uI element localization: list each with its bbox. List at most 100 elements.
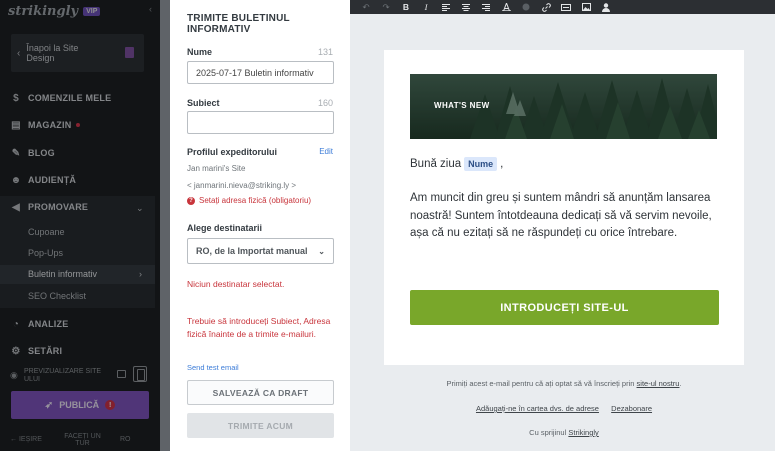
header-banner[interactable]: WHAT'S NEW: [410, 74, 717, 139]
tour-link[interactable]: FACEȚI UN TUR: [60, 433, 105, 447]
nav-label: AUDIENȚĂ: [28, 175, 77, 185]
nav-item-magazin[interactable]: ▤ MAGAZIN: [10, 118, 81, 132]
footer-site-link[interactable]: site-ul nostru: [637, 379, 680, 388]
publish-label: PUBLICĂ: [59, 400, 100, 410]
warning-icon: !: [105, 400, 116, 410]
link-icon[interactable]: [536, 0, 556, 14]
merge-tag-name[interactable]: Nume: [464, 157, 498, 171]
sender-email: < janmarini.nieva@striking.ly >: [187, 181, 297, 190]
add-to-addressbook-link[interactable]: Adăugați-ne în cartea dvs. de adrese: [476, 404, 599, 413]
bottom-row: ← IEȘIRE FACEȚI UN TUR RO: [10, 433, 155, 448]
nav-item-setari[interactable]: ⚙ SETĂRI: [10, 344, 62, 358]
preview-label: PREVIZUALIZARE SITE ULUI: [24, 368, 102, 383]
pen-icon: ✎: [11, 147, 21, 159]
exit-link[interactable]: ← IEȘIRE: [10, 436, 42, 443]
panel-title: TRIMITE BULETINUL INFORMATIV: [187, 13, 290, 35]
sender-profile-label: Profilul expeditorului: [187, 147, 278, 157]
name-input[interactable]: [187, 61, 334, 84]
italic-button[interactable]: I: [416, 0, 436, 14]
error-icon: ?: [187, 196, 195, 205]
required-fields-error: Trebuie să introduceți Subiect, Adresa f…: [187, 316, 331, 339]
mobile-icon[interactable]: [133, 366, 147, 382]
email-body-text[interactable]: Am muncit din greu și suntem mândri să a…: [410, 190, 730, 243]
sub-item-popups[interactable]: Pop-Ups: [28, 247, 63, 259]
subject-input[interactable]: [187, 111, 334, 134]
send-test-email-link[interactable]: Send test email: [187, 363, 239, 372]
nav-label: BLOG: [28, 148, 55, 158]
greeting[interactable]: Bună ziua Nume ,: [410, 157, 503, 171]
chart-icon: ◔: [12, 318, 20, 330]
exit-label: IEȘIRE: [18, 436, 42, 443]
chevron-right-icon: ›: [139, 269, 142, 279]
nav-label: ANALIZE: [28, 319, 69, 329]
nav-label: SETĂRI: [28, 346, 63, 356]
image-icon[interactable]: [576, 0, 596, 14]
footer-dot: .: [679, 379, 682, 388]
chevron-down-icon[interactable]: ⌄: [136, 203, 144, 214]
sub-item-buletin[interactable]: Buletin informativ: [28, 268, 97, 280]
collapse-sidebar-icon[interactable]: ‹: [149, 4, 152, 14]
nav-item-audienta[interactable]: ☻ AUDIENȚĂ: [10, 173, 76, 187]
panel-strip: [160, 0, 170, 451]
save-draft-button[interactable]: SALVEAZĂ CA DRAFT: [187, 380, 334, 405]
undo-icon[interactable]: ↶: [356, 0, 376, 14]
nav-label: MAGAZIN: [28, 120, 72, 130]
name-char-count: 131: [317, 47, 333, 57]
name-label: Nume: [187, 47, 213, 57]
users-icon: ☻: [10, 174, 22, 186]
button-icon[interactable]: [556, 0, 576, 14]
language-selector[interactable]: RO: [120, 436, 131, 443]
nav-item-blog[interactable]: ✎ BLOG: [10, 146, 55, 160]
page-icon: [125, 47, 134, 58]
recipients-label: Alege destinatarii: [187, 223, 263, 233]
rocket-icon: ➶: [44, 399, 54, 411]
footer-reason-text: Primiți acest e-mail pentru că ați optat…: [446, 379, 635, 388]
sub-item-seo[interactable]: SEO Checklist: [28, 290, 86, 302]
nav-label: COMENZILE MELE: [28, 93, 112, 103]
footer-powered: Cu sprijinul Strikingly: [384, 428, 744, 437]
color-icon[interactable]: [516, 0, 536, 14]
back-to-site-design-button[interactable]: ‹ Înapoi la Site Design: [11, 34, 144, 72]
align-left-icon[interactable]: [436, 0, 456, 14]
cta-button[interactable]: INTRODUCEȚI SITE-UL: [410, 290, 719, 325]
nav-item-promovare[interactable]: ◀ PROMOVARE: [10, 200, 88, 214]
no-recipient-error: Niciun destinatar selectat.: [187, 279, 285, 289]
recipients-value: RO, de la Importat manual: [196, 246, 308, 256]
strikingly-link[interactable]: Strikingly: [568, 428, 598, 437]
sender-name: Jan marini's Site: [187, 164, 246, 173]
back-button-label: Înapoi la Site Design: [26, 43, 79, 63]
greeting-text: Bună ziua: [410, 158, 462, 170]
align-right-icon[interactable]: [476, 0, 496, 14]
recipients-select[interactable]: RO, de la Importat manual ⌄: [187, 238, 334, 264]
store-icon: ▤: [11, 119, 21, 131]
nav-label: PROMOVARE: [28, 202, 89, 212]
align-center-icon[interactable]: [456, 0, 476, 14]
subject-label: Subiect: [187, 98, 220, 108]
publish-button[interactable]: ➶ PUBLICĂ !: [11, 391, 149, 419]
nav-item-analize[interactable]: ◔ ANALIZE: [10, 317, 68, 331]
preview-row[interactable]: ◉ PREVIZUALIZARE SITE ULUI: [10, 366, 150, 385]
sidebar: strikingly VIP ‹ ‹ Înapoi la Site Design…: [0, 0, 160, 451]
font-size-icon[interactable]: [496, 0, 516, 14]
bold-button[interactable]: B: [396, 0, 416, 14]
editor-toolbar: ↶ ↷ B I: [350, 0, 775, 14]
eye-icon: ◉: [10, 370, 18, 380]
logo-row: strikingly VIP: [8, 4, 101, 19]
gear-icon: ⚙: [11, 345, 21, 357]
user-icon[interactable]: [596, 0, 616, 14]
desktop-icon[interactable]: [117, 370, 126, 378]
edit-sender-link[interactable]: Edit: [319, 147, 333, 156]
sub-item-cupoane[interactable]: Cupoane: [28, 226, 65, 238]
send-now-button[interactable]: TRIMITE ACUM: [187, 413, 334, 438]
redo-icon[interactable]: ↷: [376, 0, 396, 14]
address-error[interactable]: ? Setați adresa fizică (obligatoriu): [187, 196, 311, 205]
greeting-comma: ,: [500, 158, 504, 170]
megaphone-icon: ◀: [12, 201, 20, 213]
unsubscribe-link[interactable]: Dezabonare: [611, 404, 652, 413]
powered-by-text: Cu sprijinul: [529, 428, 567, 437]
notification-dot: [76, 123, 81, 127]
newsletter-form-panel: TRIMITE BULETINUL INFORMATIV Nume 131 Su…: [160, 0, 350, 451]
nav-item-comenzi[interactable]: $ COMENZILE MELE: [10, 91, 111, 105]
footer-links: Adăugați-ne în cartea dvs. de adrese Dez…: [384, 404, 744, 413]
banner-text: WHAT'S NEW: [434, 101, 490, 110]
